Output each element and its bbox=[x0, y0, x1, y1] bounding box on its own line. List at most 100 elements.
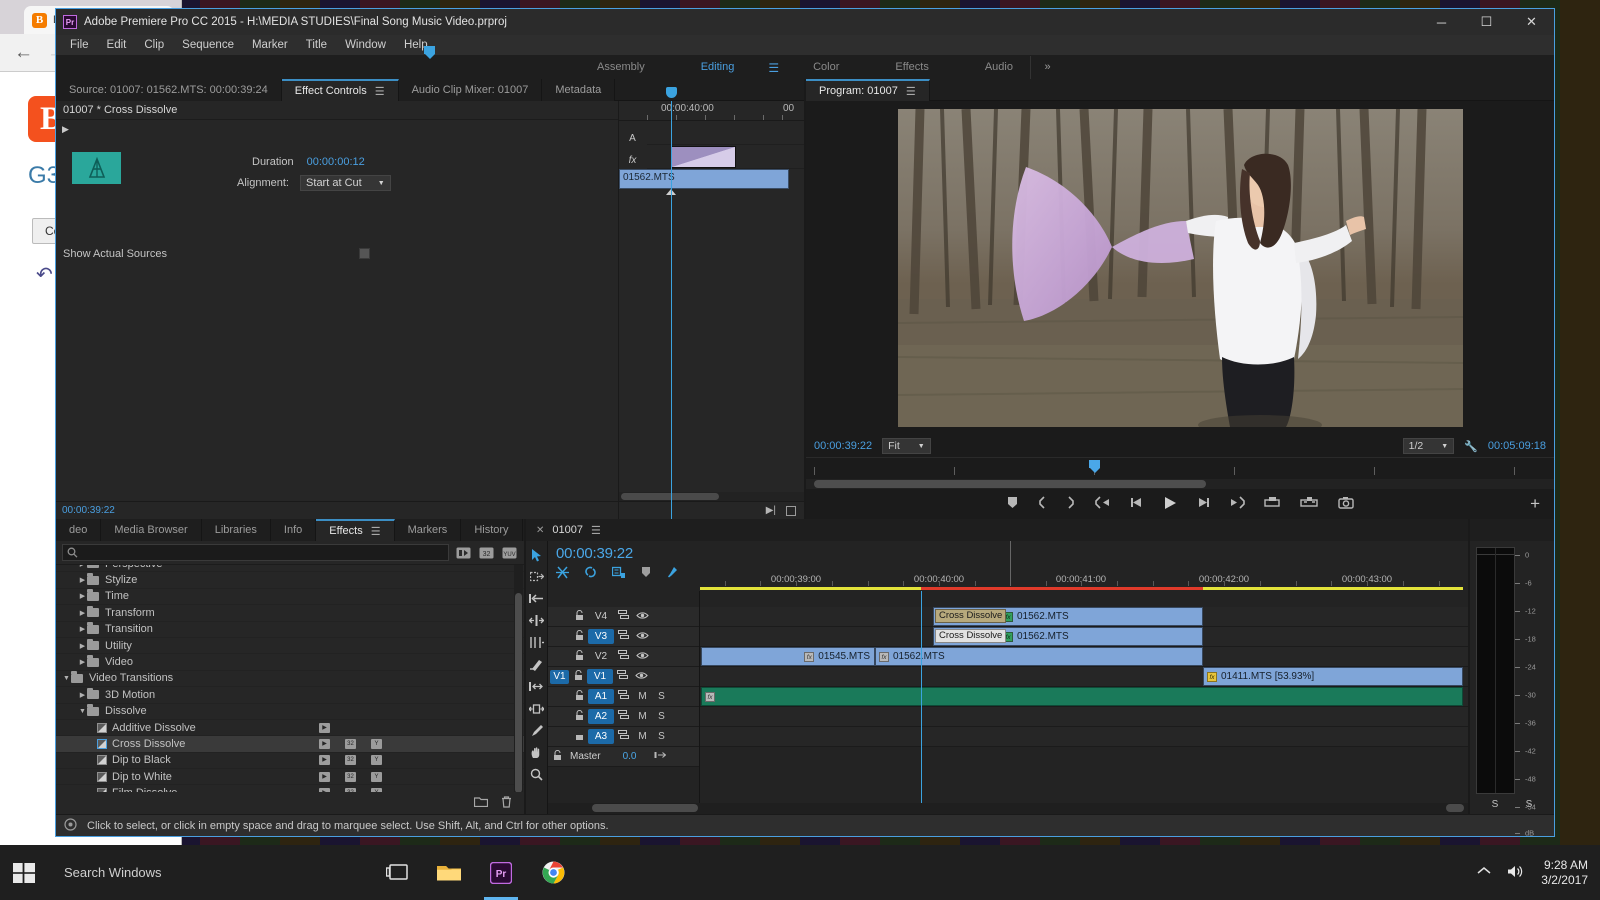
tab-project[interactable]: deo bbox=[56, 519, 102, 541]
play-pause-icon[interactable]: ▶| bbox=[766, 505, 776, 516]
transition-rect[interactable] bbox=[671, 146, 736, 168]
accelerated-effects-icon[interactable] bbox=[455, 545, 472, 560]
linked-selection-icon[interactable] bbox=[584, 566, 597, 582]
program-monitor-ruler[interactable] bbox=[806, 457, 1554, 479]
windows-start-icon[interactable] bbox=[0, 845, 48, 900]
chevron-right-icon[interactable]: ▶ bbox=[78, 565, 87, 568]
lock-icon[interactable] bbox=[570, 730, 588, 744]
mute-track-button[interactable]: M bbox=[633, 731, 652, 742]
tab-effect-controls[interactable]: Effect Controls ☰ bbox=[281, 79, 399, 101]
timeline-hscrollbar[interactable] bbox=[548, 803, 1468, 814]
minimize-button[interactable]: ─ bbox=[1419, 9, 1464, 35]
effect-film-dissolve[interactable]: Film Dissolve ▶ 32 Y bbox=[56, 785, 524, 792]
source-patch-v1[interactable]: V1 bbox=[550, 669, 569, 684]
track-lane-a3[interactable] bbox=[700, 727, 1468, 747]
effects-tree[interactable]: ▶ Perspective ▶ Stylize ▶ Time bbox=[56, 565, 524, 792]
workspace-menu-icon[interactable]: ☰ bbox=[762, 61, 785, 75]
menu-title[interactable]: Title bbox=[297, 35, 336, 56]
effects-vscrollbar[interactable] bbox=[514, 565, 523, 792]
playback-resolution-select[interactable]: 1/2 ▼ bbox=[1402, 438, 1455, 454]
master-value[interactable]: 0.0 bbox=[623, 751, 637, 762]
toggle-track-output-icon[interactable] bbox=[633, 631, 652, 643]
effects-tree-item-dissolve[interactable]: ▼ Dissolve bbox=[56, 704, 524, 720]
program-video-frame[interactable] bbox=[897, 109, 1463, 427]
lock-icon[interactable] bbox=[570, 689, 588, 704]
pen-tool-icon[interactable] bbox=[529, 723, 545, 738]
effects-tree-item-video-transitions[interactable]: ▼ Video Transitions bbox=[56, 671, 524, 688]
sync-lock-icon[interactable] bbox=[614, 630, 633, 643]
timeline-clip-canvas[interactable]: fx 01562.MTS Cross Dissolve fx 01562.MTS… bbox=[700, 591, 1468, 803]
timeline-clip-v2-b[interactable]: fx 01562.MTS bbox=[875, 647, 1203, 666]
workspace-tab-color[interactable]: Color bbox=[785, 56, 867, 79]
add-marker-icon[interactable] bbox=[1007, 496, 1018, 512]
solo-track-button[interactable]: S bbox=[652, 711, 671, 722]
taskbar-search-input[interactable]: Search Windows bbox=[48, 865, 358, 880]
lock-icon[interactable] bbox=[570, 629, 588, 644]
go-to-out-icon[interactable] bbox=[1229, 496, 1245, 512]
selection-tool-icon[interactable] bbox=[529, 547, 545, 562]
chevron-right-icon[interactable]: ▶ bbox=[78, 658, 87, 666]
solo-channel-left[interactable]: S bbox=[1492, 799, 1499, 810]
sync-lock-icon[interactable] bbox=[614, 690, 633, 703]
delete-icon[interactable] bbox=[501, 795, 512, 811]
duration-value[interactable]: 00:00:00:12 bbox=[307, 156, 365, 168]
lock-icon[interactable] bbox=[548, 749, 566, 764]
timeline-clip-v1[interactable]: fx 01411.MTS [53.93%] bbox=[1203, 667, 1463, 686]
mute-track-button[interactable]: M bbox=[633, 691, 652, 702]
effect-expand-arrow-icon[interactable]: ▶ bbox=[56, 120, 618, 138]
chevron-right-icon[interactable]: ▶ bbox=[78, 576, 87, 584]
loop-icon[interactable] bbox=[786, 506, 796, 516]
effects-tree-item[interactable]: ▶ 3D Motion bbox=[56, 687, 524, 704]
track-name-v3[interactable]: V3 bbox=[588, 629, 614, 644]
workspace-tab-audio[interactable]: Audio bbox=[957, 56, 1041, 79]
program-playhead[interactable] bbox=[1089, 460, 1100, 473]
tab-markers[interactable]: Markers bbox=[395, 519, 462, 541]
track-header-a3[interactable]: A3 M S bbox=[548, 727, 699, 747]
mute-track-button[interactable]: M bbox=[633, 711, 652, 722]
program-monitor-scrollbar[interactable] bbox=[806, 479, 1554, 489]
timeline-clip-v2-a[interactable]: fx 01545.MTS bbox=[701, 647, 875, 666]
task-view-icon[interactable] bbox=[376, 845, 418, 900]
track-name-v4[interactable]: V4 bbox=[588, 609, 614, 624]
mark-in-icon[interactable] bbox=[1037, 496, 1047, 512]
yuv-color-icon[interactable]: YUV bbox=[501, 545, 518, 560]
effects-tree-item[interactable]: ▶ Utility bbox=[56, 638, 524, 655]
sync-lock-icon[interactable] bbox=[614, 610, 633, 623]
chevron-down-icon[interactable]: ▼ bbox=[62, 675, 71, 682]
effect-controls-hscrollbar[interactable] bbox=[619, 492, 804, 501]
close-icon[interactable]: ✕ bbox=[536, 525, 544, 536]
sync-lock-icon[interactable] bbox=[614, 710, 633, 723]
step-forward-icon[interactable] bbox=[1196, 496, 1210, 512]
hand-tool-icon[interactable] bbox=[529, 745, 545, 760]
back-icon[interactable]: ← bbox=[14, 42, 33, 64]
solo-track-button[interactable]: S bbox=[652, 731, 671, 742]
timeline-playhead-handle[interactable] bbox=[424, 46, 435, 59]
chevron-down-icon[interactable]: ▼ bbox=[78, 708, 87, 715]
menu-file[interactable]: File bbox=[61, 35, 98, 56]
chrome-icon[interactable] bbox=[532, 845, 574, 900]
track-name-v2[interactable]: V2 bbox=[588, 649, 614, 664]
alignment-select[interactable]: Start at Cut ▼ bbox=[300, 175, 391, 191]
export-frame-icon[interactable] bbox=[1337, 496, 1354, 512]
lock-icon[interactable] bbox=[570, 709, 588, 724]
tab-program-monitor[interactable]: Program: 01007 ☰ bbox=[806, 79, 930, 101]
timeline-sequence-name[interactable]: 01007 bbox=[552, 524, 583, 536]
zoom-tool-icon[interactable] bbox=[529, 767, 545, 782]
ripple-edit-icon[interactable] bbox=[529, 591, 545, 606]
chevron-right-icon[interactable]: ▶ bbox=[78, 609, 87, 617]
b-side-clip[interactable]: 01562.MTS bbox=[619, 169, 789, 189]
effect-controls-ruler[interactable]: 00:00:40:00 00 bbox=[619, 101, 804, 121]
timeline-ruler[interactable]: 00:00:39:00 00:00:40:00 00:00:41:00 00:0… bbox=[700, 541, 1468, 591]
tab-history[interactable]: History bbox=[461, 519, 523, 541]
effects-tree-item[interactable]: ▶ Transform bbox=[56, 605, 524, 622]
workspace-tab-assembly[interactable]: Assembly bbox=[569, 56, 673, 79]
effect-dip-to-black[interactable]: Dip to Black ▶ 32 Y bbox=[56, 753, 524, 770]
track-header-v4[interactable]: V4 bbox=[548, 607, 699, 627]
taskbar-clock[interactable]: 9:28 AM 3/2/2017 bbox=[1541, 858, 1588, 888]
button-editor-icon[interactable]: + bbox=[1530, 494, 1540, 514]
effects-tree-item[interactable]: ▶ Time bbox=[56, 589, 524, 606]
play-icon[interactable] bbox=[1163, 496, 1177, 513]
menu-sequence[interactable]: Sequence bbox=[173, 35, 243, 56]
razor-tool-icon[interactable] bbox=[529, 657, 545, 672]
track-name-a2[interactable]: A2 bbox=[588, 709, 614, 724]
